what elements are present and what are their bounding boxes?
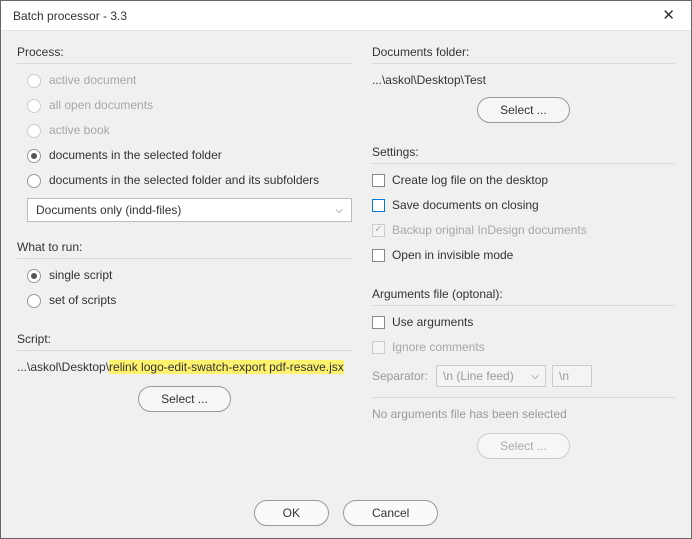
checkbox-icon [372, 341, 385, 354]
window-title: Batch processor - 3.3 [13, 9, 127, 23]
dialog-window: Batch processor - 3.3 ✕ Process: active … [0, 0, 692, 539]
radio-label: single script [49, 268, 112, 283]
radio-label: documents in the selected folder [49, 148, 222, 163]
checkbox-icon [372, 316, 385, 329]
arguments-title: Arguments file (optonal): [372, 287, 675, 301]
arguments-group: Arguments file (optonal): Use arguments … [372, 287, 675, 459]
checkbox-icon [372, 199, 385, 212]
radio-label: documents in the selected folder and its… [49, 173, 319, 188]
radio-icon [27, 294, 41, 308]
process-title: Process: [17, 45, 352, 59]
arguments-select-button: Select ... [477, 433, 570, 459]
radio-label: active document [49, 73, 136, 88]
script-path: ...\askol\Desktop\relink logo-edit-swatc… [17, 360, 352, 374]
what-to-run-title: What to run: [17, 240, 352, 254]
script-group: Script: ...\askol\Desktop\relink logo-ed… [17, 332, 352, 412]
script-path-prefix: ...\askol\Desktop\ [17, 360, 109, 374]
file-filter-select[interactable]: Documents only (indd-files) ⌵ [27, 198, 352, 222]
script-select-button[interactable]: Select ... [138, 386, 231, 412]
what-to-run-group: What to run: single script set of script… [17, 240, 352, 318]
chevron-down-icon: ⌵ [531, 369, 539, 384]
titlebar: Batch processor - 3.3 ✕ [1, 1, 691, 31]
check-ignore-comments: Ignore comments [372, 340, 675, 355]
radio-icon [27, 74, 41, 88]
separator-select: \n (Line feed) ⌵ [436, 365, 546, 387]
settings-group: Settings: Create log file on the desktop… [372, 145, 675, 273]
radio-icon [27, 124, 41, 138]
check-save-on-close[interactable]: Save documents on closing [372, 198, 675, 213]
script-title: Script: [17, 332, 352, 346]
radio-icon [27, 269, 41, 283]
dialog-footer: OK Cancel [1, 488, 691, 538]
check-invisible-mode[interactable]: Open in invisible mode [372, 248, 675, 263]
separator-row: Separator: \n (Line feed) ⌵ \n [372, 365, 675, 387]
separator-label: Separator: [372, 369, 428, 384]
select-value: \n (Line feed) [443, 369, 514, 384]
check-use-arguments[interactable]: Use arguments [372, 315, 675, 330]
radio-selected-folder-subfolders[interactable]: documents in the selected folder and its… [27, 173, 352, 188]
process-group: Process: active document all open docume… [17, 45, 352, 222]
chevron-down-icon: ⌵ [335, 205, 343, 216]
ok-button[interactable]: OK [254, 500, 329, 526]
checkbox-icon [372, 174, 385, 187]
checkbox-label: Use arguments [392, 315, 473, 330]
input-value: \n [559, 369, 569, 384]
radio-active-book: active book [27, 123, 352, 138]
settings-title: Settings: [372, 145, 675, 159]
check-create-log[interactable]: Create log file on the desktop [372, 173, 675, 188]
checkbox-label: Create log file on the desktop [392, 173, 548, 188]
checkbox-icon [372, 249, 385, 262]
no-arguments-file-msg: No arguments file has been selected [372, 407, 675, 421]
radio-icon [27, 149, 41, 163]
radio-single-script[interactable]: single script [27, 268, 352, 283]
close-icon[interactable]: ✕ [658, 8, 679, 23]
radio-label: all open documents [49, 98, 153, 113]
cancel-button[interactable]: Cancel [343, 500, 438, 526]
radio-selected-folder[interactable]: documents in the selected folder [27, 148, 352, 163]
radio-active-document: active document [27, 73, 352, 88]
radio-label: set of scripts [49, 293, 116, 308]
radio-set-of-scripts[interactable]: set of scripts [27, 293, 352, 308]
checkbox-icon [372, 224, 385, 237]
radio-icon [27, 174, 41, 188]
checkbox-label: Backup original InDesign documents [392, 223, 587, 238]
radio-label: active book [49, 123, 110, 138]
script-path-highlight: relink logo-edit-swatch-export pdf-resav… [109, 360, 344, 374]
left-column: Process: active document all open docume… [17, 45, 352, 488]
radio-all-open-documents: all open documents [27, 98, 352, 113]
select-value: Documents only (indd-files) [36, 203, 181, 217]
checkbox-label: Ignore comments [392, 340, 485, 355]
checkbox-label: Open in invisible mode [392, 248, 513, 263]
documents-folder-group: Documents folder: ...\askol\Desktop\Test… [372, 45, 675, 123]
check-backup: Backup original InDesign documents [372, 223, 675, 238]
right-column: Documents folder: ...\askol\Desktop\Test… [372, 45, 675, 488]
separator-literal-input: \n [552, 365, 592, 387]
documents-folder-title: Documents folder: [372, 45, 675, 59]
documents-folder-select-button[interactable]: Select ... [477, 97, 570, 123]
dialog-content: Process: active document all open docume… [1, 31, 691, 488]
radio-icon [27, 99, 41, 113]
checkbox-label: Save documents on closing [392, 198, 539, 213]
documents-folder-path: ...\askol\Desktop\Test [372, 73, 675, 87]
